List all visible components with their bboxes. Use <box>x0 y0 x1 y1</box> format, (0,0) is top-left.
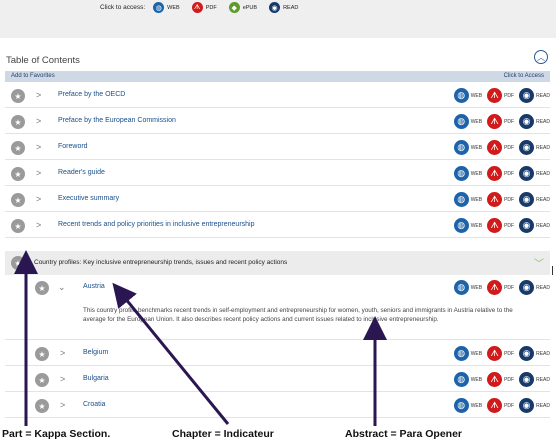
chapter-arrow <box>112 282 230 425</box>
chapter-caption: Chapter = Indicateur <box>172 428 274 440</box>
annotation-arrows <box>14 250 387 426</box>
part-caption: Part = Kappa Section. <box>2 428 111 440</box>
abstract-caption: Abstract = Para Opener <box>345 428 463 440</box>
